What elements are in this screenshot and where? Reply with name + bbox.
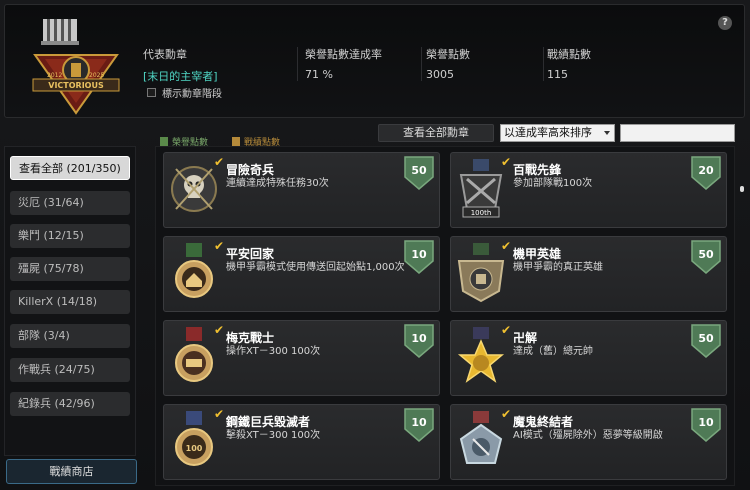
achieved-check-icon: ✔	[214, 239, 225, 253]
stat-value: 3005	[426, 68, 454, 81]
victorious-emblem: VICTORIOUS 2012 2025	[32, 19, 120, 115]
medal-card[interactable]: ✔ 魔鬼終結者 AI模式（殭屍除外）惡夢等級開啟 10	[450, 404, 727, 480]
stat-honor-rate: 榮譽點數達成率 71 %	[305, 46, 382, 81]
svg-text:2025: 2025	[89, 72, 104, 79]
medal-desc: 達成（舊）總元帥	[513, 346, 593, 357]
honor-points-shield-icon: 50	[403, 155, 435, 191]
stat-value: 71 %	[305, 68, 333, 81]
show-medal-stage-checkbox[interactable]: 標示勳章階段	[147, 85, 222, 100]
stat-value[interactable]: [末日的主宰者]	[143, 68, 218, 84]
medal-points: 10	[411, 332, 427, 345]
achieved-check-icon: ✔	[501, 323, 512, 337]
battle-swatch-icon	[232, 137, 240, 146]
stat-label: 戰績點數	[547, 48, 591, 61]
medal-points: 50	[698, 248, 714, 261]
svg-text:2012: 2012	[47, 72, 62, 79]
medal-title: 卍解	[513, 331, 538, 345]
sidebar-item-killerx[interactable]: KillerX (14/18)	[10, 290, 130, 314]
achieved-check-icon: ✔	[501, 407, 512, 421]
scrollbar-thumb[interactable]	[740, 186, 744, 192]
mech-warrior-medal-icon	[175, 327, 213, 382]
house-medal-icon	[175, 243, 213, 298]
chevron-down-icon	[604, 131, 610, 135]
honor-points-shield-icon: 20	[690, 155, 722, 191]
medal-card[interactable]: ✔ 機甲英雄 機甲爭霸的真正英雄 50	[450, 236, 727, 312]
medal-title: 機甲英雄	[513, 247, 562, 261]
stat-label: 榮譽點數達成率	[305, 48, 382, 61]
stat-label: 榮譽點數	[426, 48, 470, 61]
profile-header: VICTORIOUS 2012 2025 ? 代表勳章 [末日的主宰者] 榮譽點…	[4, 4, 745, 118]
medal-title: 鋼鐵巨兵毀滅者	[226, 415, 311, 429]
battle-shop-button[interactable]: 戰績商店	[6, 459, 137, 484]
view-all-medals-button[interactable]: 查看全部勳章	[378, 124, 494, 142]
medal-points: 10	[698, 416, 714, 429]
medal-title: 魔鬼終結者	[513, 415, 574, 429]
stat-battle-points: 戰績點數 115	[547, 46, 591, 81]
honor-points-shield-icon: 50	[690, 239, 722, 275]
sidebar-item-disaster[interactable]: 災厄 (31/64)	[10, 191, 130, 215]
gold-star-medal-icon	[457, 327, 505, 383]
medal-desc: AI模式（殭屍除外）惡夢等級開啟	[513, 430, 663, 441]
honor-swatch-icon	[160, 137, 168, 146]
iron-giant-destroyer-medal-icon: 100	[175, 411, 213, 466]
medal-card[interactable]: ✔ 平安回家 機甲爭霸模式使用傳送回起始點1,000次 10	[163, 236, 440, 312]
medal-card[interactable]: ✔ 卍解 達成（舊）總元帥 50	[450, 320, 727, 396]
skull-medal-icon	[171, 166, 217, 212]
honor-points-shield-icon: 10	[403, 407, 435, 443]
medal-desc: 操作XT－300 100次	[226, 346, 321, 357]
medal-desc: 連續達成特殊任務30次	[226, 178, 329, 189]
divider	[297, 47, 298, 81]
medal-points: 10	[411, 248, 427, 261]
achieved-check-icon: ✔	[501, 155, 512, 169]
honor-points-shield-icon: 10	[403, 239, 435, 275]
medal-desc: 機甲爭霸的真正英雄	[513, 262, 603, 273]
medal-points: 50	[411, 164, 427, 177]
mech-hero-medal-icon	[457, 243, 505, 303]
achieved-check-icon: ✔	[214, 407, 225, 421]
divider	[421, 47, 422, 81]
medal-points: 20	[698, 164, 714, 177]
svg-text:100: 100	[186, 444, 203, 453]
sidebar-item-record[interactable]: 紀錄兵 (42/96)	[10, 392, 130, 416]
divider	[543, 47, 544, 81]
medal-card[interactable]: 100th ✔ 百戰先鋒 參加部隊戰100次 20	[450, 152, 727, 228]
sidebar-item-clan[interactable]: 部隊 (3/4)	[10, 324, 130, 348]
stat-representative-medal: 代表勳章 [末日的主宰者]	[143, 46, 218, 84]
medal-card[interactable]: 100 ✔ 鋼鐵巨兵毀滅者 擊殺XT－300 100次 10	[163, 404, 440, 480]
stat-label: 代表勳章	[143, 48, 187, 61]
sort-select-value: 以達成率高來排序	[504, 126, 592, 139]
checkbox-box[interactable]	[147, 88, 156, 97]
medal-points: 10	[411, 416, 427, 429]
achieved-check-icon: ✔	[501, 239, 512, 253]
honor-points-shield-icon: 10	[403, 323, 435, 359]
stat-honor-points: 榮譽點數 3005	[426, 46, 470, 81]
medal-desc: 機甲爭霸模式使用傳送回起始點1,000次	[226, 262, 405, 273]
sidebar-item-fun[interactable]: 樂鬥 (12/15)	[10, 224, 130, 248]
medal-title: 梅克戰士	[226, 331, 275, 345]
sort-select[interactable]: 以達成率高來排序	[500, 124, 615, 142]
medal-desc: 擊殺XT－300 100次	[226, 430, 321, 441]
medal-title: 百戰先鋒	[513, 163, 562, 177]
medal-points: 50	[698, 332, 714, 345]
emblem-banner: VICTORIOUS	[48, 81, 104, 90]
sidebar-item-zombie[interactable]: 殭屍 (75/78)	[10, 257, 130, 281]
checkbox-label: 標示勳章階段	[162, 89, 222, 100]
medal-card[interactable]: ✔ 冒險奇兵 連續達成特殊任務30次 50	[163, 152, 440, 228]
honor-points-shield-icon: 10	[690, 407, 722, 443]
medal-title: 冒險奇兵	[226, 163, 275, 177]
medal-card[interactable]: ✔ 梅克戰士 操作XT－300 100次 10	[163, 320, 440, 396]
svg-text:100th: 100th	[471, 209, 492, 217]
achieved-check-icon: ✔	[214, 323, 225, 337]
medal-title: 平安回家	[226, 247, 275, 261]
sidebar-item-combat[interactable]: 作戰兵 (24/75)	[10, 358, 130, 382]
crossed-rifles-medal-icon: 100th	[459, 159, 503, 218]
achieved-check-icon: ✔	[214, 155, 225, 169]
search-input[interactable]	[620, 124, 735, 142]
help-icon[interactable]: ?	[718, 16, 732, 30]
stat-value: 115	[547, 68, 568, 81]
sidebar-item-all[interactable]: 查看全部 (201/350)	[10, 156, 130, 180]
medal-desc: 參加部隊戰100次	[513, 178, 593, 189]
terminator-medal-icon	[459, 411, 503, 464]
honor-points-shield-icon: 50	[690, 323, 722, 359]
